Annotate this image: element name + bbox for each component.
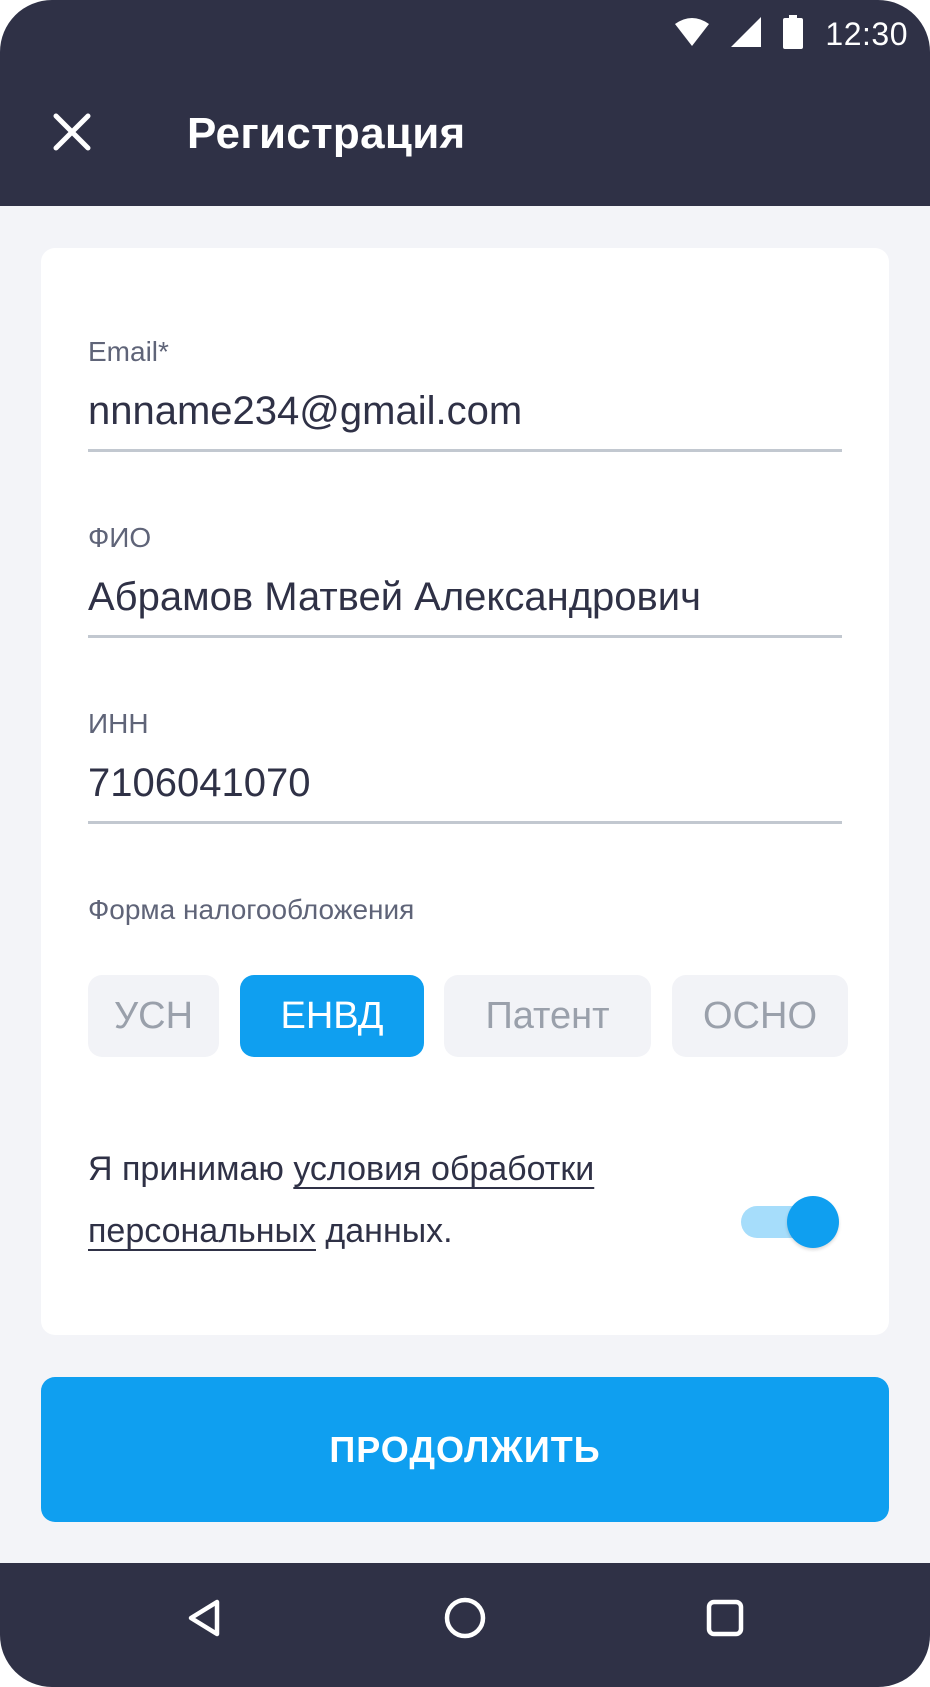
consent-text: Я принимаю условия обработки персональны… [88, 1138, 708, 1262]
email-label: Email* [88, 336, 169, 367]
email-field[interactable] [88, 381, 842, 452]
home-icon [443, 1596, 487, 1645]
inn-label: ИНН [88, 708, 149, 739]
tax-form-label: Форма налогообложения [88, 894, 415, 925]
status-bar: 12:30 [675, 12, 908, 56]
fio-field-group: ФИО [88, 521, 842, 638]
nav-recents-button[interactable] [690, 1585, 760, 1655]
status-time: 12:30 [825, 15, 908, 52]
consent-prefix: Я принимаю [88, 1150, 294, 1188]
fio-label: ФИО [88, 522, 152, 553]
tax-option-envd[interactable]: ЕНВД [240, 975, 424, 1057]
fio-field[interactable] [88, 567, 842, 638]
phone-screen: 12:30 Регистрация Email* ФИО ИНН Форма н… [0, 0, 930, 1687]
back-icon [185, 1598, 225, 1643]
tax-option-osno[interactable]: ОСНО [672, 975, 848, 1057]
consent-suffix: данных. [315, 1212, 453, 1250]
close-button[interactable] [44, 106, 100, 162]
wifi-icon [675, 17, 710, 51]
toggle-thumb [787, 1196, 839, 1248]
inn-field[interactable] [88, 753, 842, 824]
page-title: Регистрация [187, 109, 466, 158]
nav-back-button[interactable] [170, 1585, 240, 1655]
email-field-group: Email* [88, 335, 842, 452]
close-icon [53, 113, 91, 156]
registration-form-card: Email* ФИО ИНН Форма налогообложения УСН… [41, 248, 889, 1335]
inn-field-group: ИНН [88, 707, 842, 824]
battery-icon [783, 14, 804, 54]
recents-icon [705, 1598, 745, 1643]
tax-option-patent[interactable]: Патент [444, 975, 651, 1057]
tax-option-usn[interactable]: УСН [88, 975, 219, 1057]
app-header: 12:30 Регистрация [0, 0, 930, 206]
consent-toggle[interactable] [741, 1194, 841, 1248]
system-nav-bar [0, 1563, 930, 1687]
continue-button[interactable]: ПРОДОЛЖИТЬ [41, 1377, 889, 1522]
signal-icon [731, 16, 762, 52]
nav-home-button[interactable] [430, 1585, 500, 1655]
